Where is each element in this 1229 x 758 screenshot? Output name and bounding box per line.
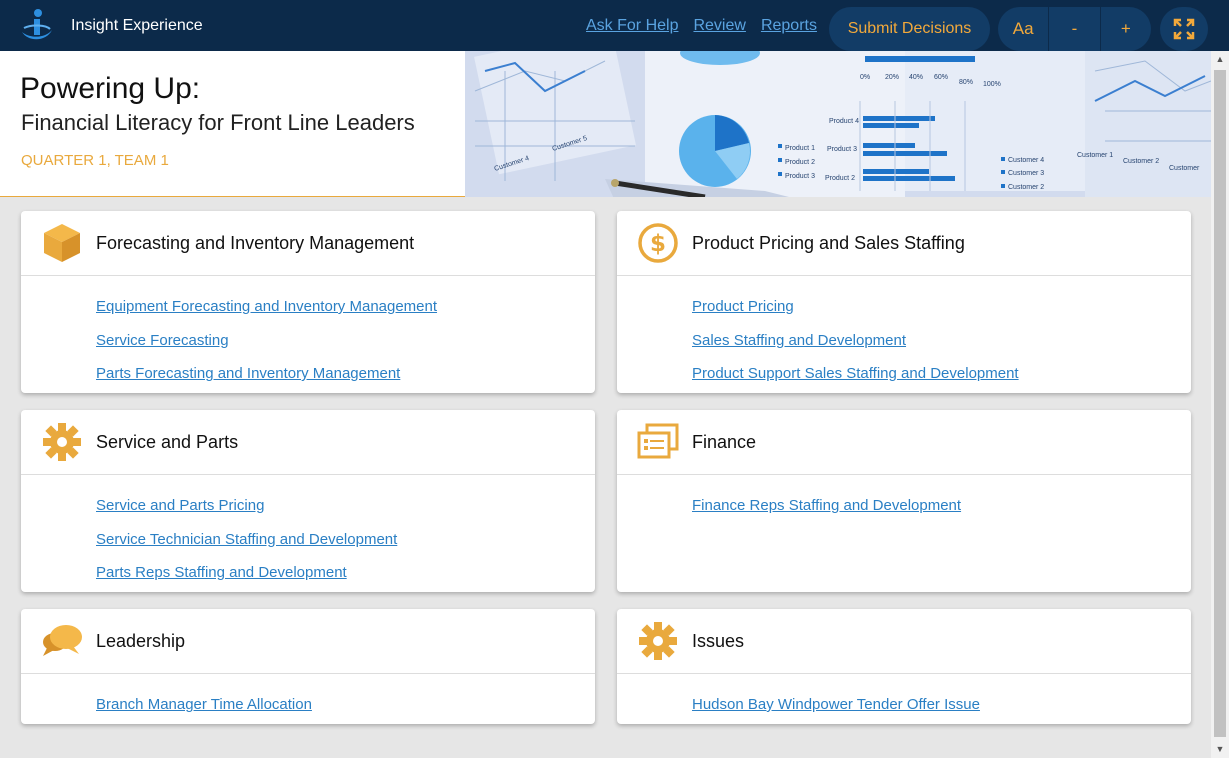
equipment-forecasting-link[interactable]: Equipment Forecasting and Inventory Mana… [96, 290, 595, 324]
finance-reps-staffing-link[interactable]: Finance Reps Staffing and Development [692, 489, 1191, 523]
customer-label: Customer [1169, 165, 1200, 172]
hudson-bay-issue-link[interactable]: Hudson Bay Windpower Tender Offer Issue [692, 688, 1191, 722]
card-header: $ Product Pricing and Sales Staffing [617, 211, 1191, 276]
submit-decisions-button[interactable]: Submit Decisions [829, 7, 990, 51]
parts-forecasting-link[interactable]: Parts Forecasting and Inventory Manageme… [96, 357, 595, 391]
dollar-icon: $ [637, 222, 679, 264]
card-header: Issues [617, 609, 1191, 674]
font-size-controls: Aa - + [998, 7, 1151, 51]
gear-icon [637, 620, 679, 662]
axis-tick-label: 40% [909, 74, 923, 81]
pie-legend-label: Product 3 [785, 173, 815, 180]
fullscreen-button[interactable] [1160, 7, 1208, 51]
axis-tick-label: 60% [934, 74, 948, 81]
fullscreen-icon [1173, 18, 1195, 40]
card-title: Product Pricing and Sales Staffing [692, 232, 965, 253]
card-header: Forecasting and Inventory Management [21, 211, 595, 276]
card-link-list: Service and Parts Pricing Service Techni… [21, 475, 595, 590]
box-icon [41, 222, 83, 264]
product-support-sales-link[interactable]: Product Support Sales Staffing and Devel… [692, 357, 1191, 391]
card-header: Finance [617, 410, 1191, 475]
card-finance: Finance Finance Reps Staffing and Develo… [617, 410, 1191, 592]
customer-label: Customer 2 [1008, 184, 1044, 191]
review-link[interactable]: Review [693, 17, 745, 35]
top-nav-bar: Insight Experience Ask For Help Review R… [0, 0, 1229, 51]
scrollbar-thumb[interactable] [1214, 70, 1226, 737]
vertical-scrollbar[interactable]: ▲ ▼ [1211, 51, 1229, 758]
card-link-list: Branch Manager Time Allocation [21, 674, 595, 722]
card-issues: Issues Hudson Bay Windpower Tender Offer… [617, 609, 1191, 724]
team-label: QUARTER 1, TEAM 1 [21, 152, 169, 169]
card-link-list: Hudson Bay Windpower Tender Offer Issue [617, 674, 1191, 722]
card-forecasting-inventory: Forecasting and Inventory Management Equ… [21, 211, 595, 393]
service-technician-staffing-link[interactable]: Service Technician Staffing and Developm… [96, 523, 595, 557]
scroll-up-arrow-icon[interactable]: ▲ [1211, 51, 1229, 68]
axis-tick-label: 80% [959, 79, 973, 86]
pie-legend-label: Product 2 [785, 159, 815, 166]
customer-label: Customer 3 [1008, 170, 1044, 177]
axis-tick-label: 20% [885, 74, 899, 81]
customer-label: Customer 1 [1077, 152, 1113, 159]
product-pricing-link[interactable]: Product Pricing [692, 290, 1191, 324]
product-label: Product 2 [825, 175, 855, 182]
decrease-font-button[interactable]: - [1049, 7, 1101, 51]
speech-bubble-icon [41, 620, 83, 662]
card-link-list: Equipment Forecasting and Inventory Mana… [21, 276, 595, 391]
parts-reps-staffing-link[interactable]: Parts Reps Staffing and Development [96, 556, 595, 590]
document-icon [637, 421, 679, 463]
axis-tick-label: 0% [860, 74, 870, 81]
sales-staffing-link[interactable]: Sales Staffing and Development [692, 324, 1191, 358]
gear-icon [41, 421, 83, 463]
header-banner-image: 0% 20% 40% 60% 80% 100% Product 4 Produc… [465, 51, 1211, 197]
page-subtitle: Financial Literacy for Front Line Leader… [21, 110, 415, 135]
brand[interactable]: Insight Experience [20, 8, 203, 44]
card-leadership: Leadership Branch Manager Time Allocatio… [21, 609, 595, 724]
card-title: Finance [692, 431, 757, 452]
pie-legend-label: Product 1 [785, 145, 815, 152]
card-product-pricing: $ Product Pricing and Sales Staffing Pro… [617, 211, 1191, 393]
service-parts-pricing-link[interactable]: Service and Parts Pricing [96, 489, 595, 523]
card-title: Leadership [96, 630, 186, 651]
customer-label: Customer 4 [1008, 157, 1044, 164]
scroll-down-arrow-icon[interactable]: ▼ [1211, 741, 1229, 758]
card-title: Service and Parts [96, 431, 239, 452]
card-link-list: Product Pricing Sales Staffing and Devel… [617, 276, 1191, 391]
product-label: Product 4 [829, 118, 859, 125]
axis-tick-label: 100% [983, 81, 1001, 88]
card-header: Leadership [21, 609, 595, 674]
insight-logo-icon [22, 8, 52, 39]
customer-label: Customer 2 [1123, 158, 1159, 165]
card-service-parts: Service and Parts Service and Parts Pric… [21, 410, 595, 592]
card-title: Issues [692, 630, 745, 651]
app-name: Insight Experience [71, 16, 203, 34]
banner-charts-illustration: 0% 20% 40% 60% 80% 100% Product 4 Produc… [465, 51, 1211, 197]
branch-manager-time-link[interactable]: Branch Manager Time Allocation [96, 688, 595, 722]
top-links: Ask For Help Review Reports [586, 0, 832, 51]
font-style-button[interactable]: Aa [998, 7, 1050, 51]
reports-link[interactable]: Reports [761, 17, 817, 35]
product-label: Product 3 [827, 146, 857, 153]
card-header: Service and Parts [21, 410, 595, 475]
page-header: Powering Up: Financial Literacy for Fron… [0, 51, 1211, 197]
card-title: Forecasting and Inventory Management [96, 232, 415, 253]
svg-text:$: $ [650, 231, 666, 257]
service-forecasting-link[interactable]: Service Forecasting [96, 324, 595, 358]
card-link-list: Finance Reps Staffing and Development [617, 475, 1191, 523]
increase-font-button[interactable]: + [1101, 7, 1151, 51]
page-title: Powering Up: [20, 72, 201, 105]
ask-for-help-link[interactable]: Ask For Help [586, 17, 678, 35]
